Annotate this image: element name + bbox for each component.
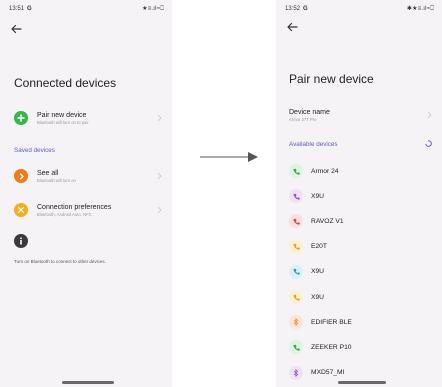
info-icon [14, 234, 28, 248]
pair-new-device-sub: Bluetooth will turn on to pair [37, 119, 89, 125]
chevron-circle-icon [14, 169, 28, 183]
connection-preferences-icon [14, 203, 28, 217]
see-all-label: See all [37, 169, 59, 177]
connection-preferences-sub: Bluetooth, Android Auto, NFC [37, 211, 92, 217]
connected-devices-screen: 13:51 G ★≡.ıl≈⎕ Connected devices Pair n… [0, 0, 172, 387]
chevron-right-icon [427, 111, 432, 119]
phone-icon [289, 164, 303, 178]
status-bar: 13:52 G ✱★≡.ıl≈⎕ [285, 5, 434, 13]
phone-icon [289, 239, 303, 254]
loading-spinner-icon [425, 140, 432, 147]
connection-preferences-label: Connection preferences [37, 203, 112, 211]
status-time: 13:52 [285, 6, 301, 12]
device-name: X9U [311, 268, 325, 276]
device-name: MXD57_MI [311, 369, 345, 377]
device-list-item[interactable]: E20T [289, 238, 432, 256]
device-name: X9U [311, 192, 325, 200]
phone-icon [289, 214, 303, 229]
carrier-glyph: G [303, 6, 308, 12]
device-name: Armor 24 [311, 167, 339, 175]
device-name: ZEEKER P10 [311, 343, 352, 351]
device-name: E20T [311, 243, 327, 251]
device-name: X9U [311, 293, 325, 301]
status-icons: ✱★≡.ıl≈⎕ [406, 6, 434, 12]
bluetooth-footer-text: Turn on Bluetooth to connect to other de… [14, 259, 106, 264]
pair-new-device-item[interactable]: Pair new device Bluetooth will turn on t… [14, 108, 162, 128]
device-list-item[interactable]: X9U [289, 288, 432, 306]
phone-icon [289, 290, 303, 304]
home-indicator[interactable] [62, 381, 114, 384]
carrier-glyph: G [27, 6, 32, 12]
device-list-item[interactable]: Armor 24 [289, 162, 432, 180]
device-list-item[interactable]: X9U [289, 187, 432, 205]
home-indicator[interactable] [338, 381, 386, 384]
page-title: Connected devices [14, 76, 117, 90]
pair-new-device-screen: 13:52 G ✱★≡.ıl≈⎕ Pair new device Device … [276, 0, 442, 387]
status-bar: 13:51 G ★≡.ıl≈⎕ [9, 5, 164, 13]
device-list-item[interactable]: MXD57_MI [289, 364, 432, 382]
chevron-right-icon [157, 172, 162, 180]
chevron-right-icon [157, 206, 162, 214]
pair-new-device-label: Pair new device [37, 111, 87, 119]
bluetooth-icon [289, 365, 303, 380]
add-icon [14, 111, 28, 125]
connection-preferences-item[interactable]: Connection preferences Bluetooth, Androi… [14, 200, 162, 220]
back-arrow-icon[interactable] [286, 22, 298, 32]
device-list-item[interactable]: RAVOZ V1 [289, 212, 432, 230]
device-list-item[interactable]: ZEEKER P10 [289, 338, 432, 356]
phone-icon [289, 189, 303, 204]
transition-arrow-icon [200, 152, 258, 162]
device-name: RAVOZ V1 [311, 217, 344, 225]
device-name-value: Armor 27T Pro [289, 116, 317, 122]
device-list-item[interactable]: X9U [289, 263, 432, 281]
device-list-item[interactable]: EDIFIER BLE [289, 313, 432, 331]
phone-icon [289, 340, 303, 355]
phone-icon [289, 264, 303, 279]
see-all-sub: Bluetooth will turn on [37, 177, 76, 183]
chevron-right-icon [157, 114, 162, 122]
page-title: Pair new device [289, 72, 374, 86]
saved-devices-header: Saved devices [14, 147, 55, 154]
status-icons: ★≡.ıl≈⎕ [142, 6, 164, 12]
see-all-item[interactable]: See all Bluetooth will turn on [14, 166, 162, 186]
status-time: 13:51 [9, 6, 25, 12]
back-arrow-icon[interactable] [10, 24, 22, 34]
device-name-item[interactable]: Device name Armor 27T Pro [289, 105, 432, 125]
device-name: EDIFIER BLE [311, 318, 352, 326]
device-name-label: Device name [289, 108, 330, 116]
bluetooth-icon [289, 315, 303, 330]
available-devices-header: Available devices [289, 141, 338, 148]
